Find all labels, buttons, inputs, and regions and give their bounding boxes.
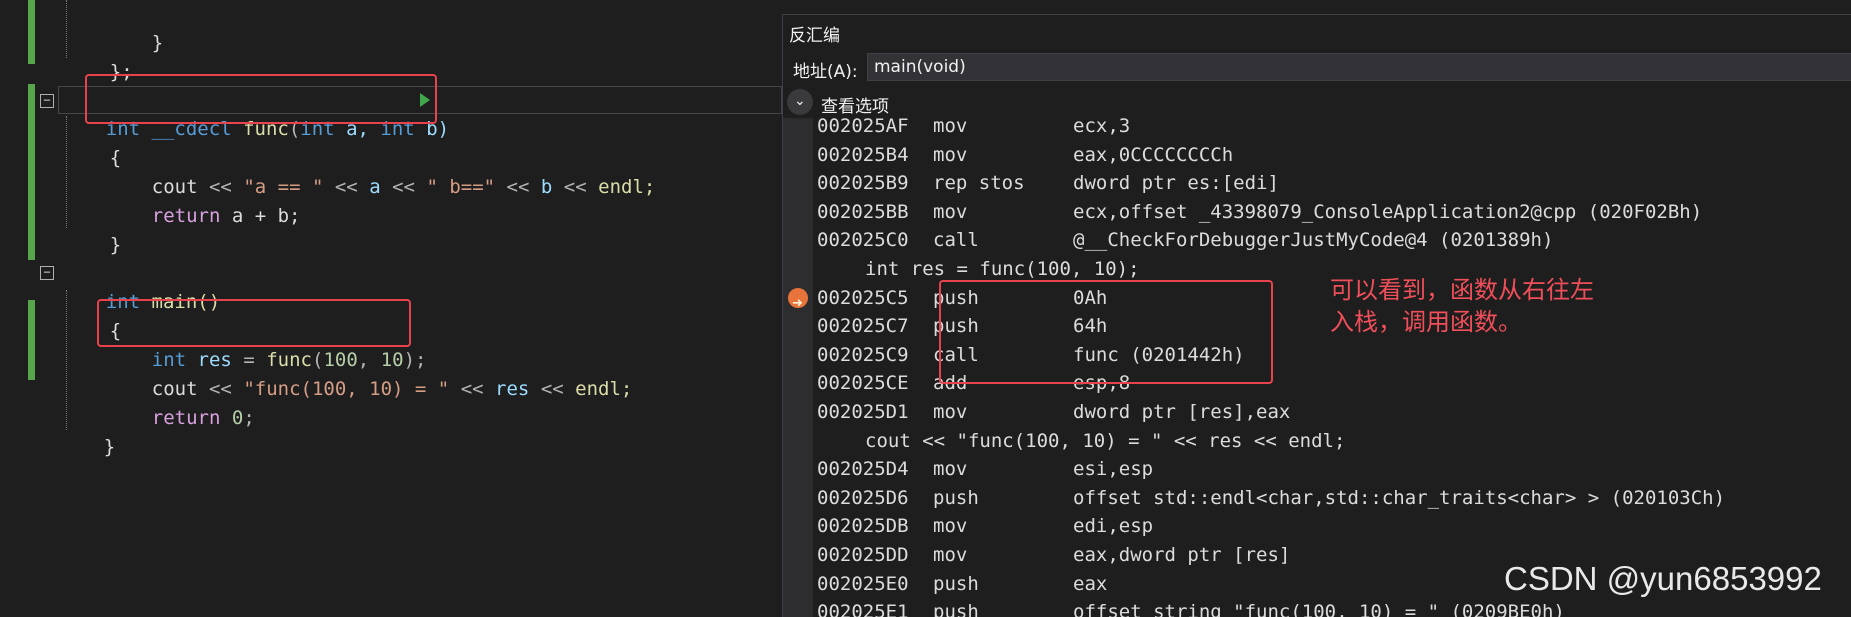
instruction-operand: offset string "func(100, 10) = " (0209BE… [1073,601,1565,617]
instruction-mnemonic: push [933,601,979,617]
instruction-operand: edi,esp [1073,515,1154,538]
highlight-box-call-line [97,299,411,347]
instruction-address: 002025B4 [817,143,909,166]
annotation-note: 可以看到，函数从右往左 入栈，调用函数。 [1330,274,1660,338]
asm-instruction-row[interactable]: 002025B4 mov eax,0CCCCCCCCh [783,141,1851,170]
instruction-operand: eax,0CCCCCCCCh [1073,143,1234,166]
asm-instruction-row[interactable]: 002025E1 push offset string "func(100, 10)… [783,598,1851,617]
code-line-main-cout: cout << "func(100, 10) = " << res << end… [151,378,633,400]
closing-brace: } [109,234,122,256]
address-input[interactable]: main(void) [867,53,1851,81]
instruction-operand: esi,esp [1073,458,1154,481]
instruction-mnemonic: push [933,486,979,509]
instruction-mnemonic: mov [933,515,968,538]
instruction-address: 002025BB [817,200,909,223]
instruction-mnemonic: rep stos [933,172,1025,195]
instruction-address: 002025E1 [817,601,909,617]
collapse-main-icon[interactable]: − [40,266,54,280]
asm-instruction-row[interactable]: 002025D1 mov dword ptr [res],eax [783,398,1851,427]
code-line-main-return: return 0; [151,407,255,429]
asm-instruction-row[interactable]: 002025D4 mov esi,esp [783,455,1851,484]
instruction-address: 002025DB [817,515,909,538]
instruction-address: 002025D4 [817,458,909,481]
asm-instruction-row[interactable]: 002025DB mov edi,esp [783,512,1851,541]
instruction-address: 002025C0 [817,229,909,252]
code-line-func-return: return a + b; [151,205,301,227]
change-indicator-bar [28,0,35,64]
instruction-address: 002025CE [817,372,909,395]
source-text: cout << "func(100, 10) = " << res << end… [865,429,1346,452]
asm-instruction-row[interactable]: 002025BB mov ecx,offset _43398079_ConsoleA… [783,198,1851,227]
code-line-func-cout: cout << "a == " << a << " b==" << b << e… [151,176,656,198]
keyword-return: return [151,407,221,429]
asm-instruction-row[interactable]: 002025B9 rep stos dword ptr es:[edi] [783,169,1851,198]
instruction-address: 002025C9 [817,343,909,366]
instruction-address: 002025DD [817,544,909,566]
instruction-mnemonic: mov [933,200,968,223]
instruction-operand: ecx,3 [1073,115,1131,137]
highlight-box-push-call [939,280,1273,384]
annotation-line: 可以看到，函数从右往左 [1330,276,1594,304]
instruction-mnemonic: push [933,572,979,595]
instruction-mnemonic: mov [933,401,968,423]
instruction-address: 002025B9 [817,172,909,195]
instruction-address: 002025D1 [817,401,909,423]
code-line-main-signature: int main() [60,259,220,313]
highlight-box-func-signature [85,74,437,124]
instruction-pointer-arrow-icon: ➜ [788,287,808,311]
string-literal: " b==" [426,176,496,198]
instruction-operand: @__CheckForDebuggerJustMyCode@4 (0201389… [1073,229,1554,252]
instruction-operand: dword ptr [res],eax [1073,401,1291,423]
instruction-operand: ecx,offset _43398079_ConsoleApplication2… [1073,200,1703,223]
watermark: CSDN @yun6853992 [1504,560,1822,597]
instruction-operand: eax,dword ptr [res] [1073,544,1291,566]
code-line: } [64,202,121,256]
instruction-mnemonic: mov [933,143,968,166]
disassembly-title: 反汇编 [789,26,840,46]
instruction-address: 002025C7 [817,315,909,338]
address-label: 地址(A): [793,62,858,82]
instruction-operand: offset std::endl<char,std::char_traits<c… [1073,486,1726,509]
instruction-address: 002025E0 [817,572,909,595]
instruction-mnemonic: call [933,229,979,252]
instruction-operand: dword ptr es:[edi] [1073,172,1279,195]
change-indicator-bar [28,84,35,260]
code-line: }; [64,29,133,83]
source-line[interactable]: cout << "func(100, 10) = " << res << end… [783,427,1851,456]
disassembly-window: 反汇编 地址(A): main(void) ⌄ 查看选项 002025AF mov… [782,14,1851,617]
asm-instruction-row[interactable]: 002025D6 push offset std::endl<char,std::c… [783,484,1851,513]
collapse-func-icon[interactable]: − [40,94,54,108]
keyword-return: return [151,205,221,227]
code-editor[interactable]: } }; − int __cdecl func(int a, int b) { … [0,0,782,616]
code-line: } [58,404,115,458]
annotation-line: 入栈，调用函数。 [1330,308,1522,336]
instruction-mnemonic: mov [933,458,968,481]
change-indicator-bar [28,300,35,380]
closing-brace: } [151,32,164,54]
code-line: { [64,115,121,169]
closing-brace: } [103,436,116,458]
instruction-mnemonic: mov [933,544,968,566]
asm-instruction-row[interactable]: 002025C0 call @__CheckForDebuggerJustMyCod… [783,226,1851,255]
instruction-operand: eax [1073,572,1108,595]
instruction-address: 002025AF [817,115,909,137]
instruction-mnemonic: mov [933,115,968,137]
asm-instruction-row[interactable]: 002025AF mov ecx,3 [783,112,1851,141]
code-line: } [106,0,163,54]
instruction-address: 002025D6 [817,486,909,509]
instruction-address: 002025C5 [817,286,909,309]
string-literal: "func(100, 10) = " [243,378,450,400]
